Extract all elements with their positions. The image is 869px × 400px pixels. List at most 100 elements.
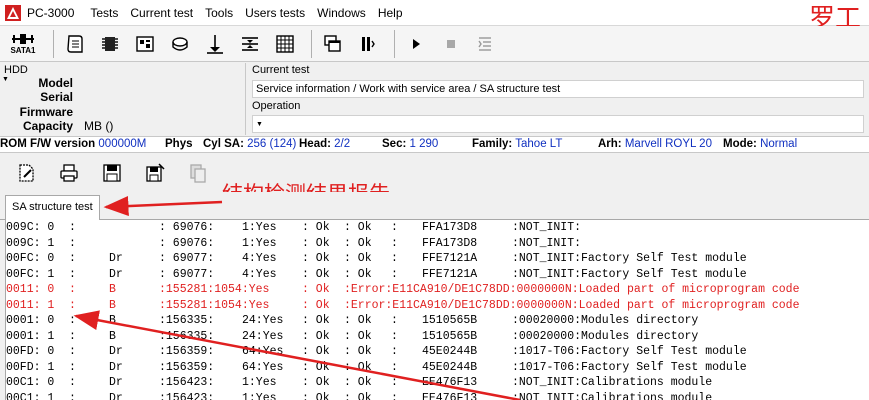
save-as-icon [146,163,165,182]
rom-version: ROM F/W version 000000M [0,138,147,150]
log-row: 0011: 1: B:155281:1054:Yes: Ok:Error:E11C… [6,298,869,314]
grid-icon [276,34,294,53]
log-cell-s2: : Ok [344,267,372,281]
grid-button[interactable] [270,29,300,59]
log-cell-s1: : Ok [302,267,330,281]
log-cell-s2: : Ok [344,345,372,358]
chip-button[interactable] [95,29,125,59]
log-cell-hex: : [391,391,398,400]
hdd-capacity-label: Capacity [22,119,73,133]
log-cell-desc: :NOT_INIT: [512,236,582,250]
log-cell-s1: : Ok [302,283,330,296]
log-cell-s2: : Ok [344,329,372,343]
log-cell-hex: : [391,267,398,281]
hdd-serial-label: Serial [40,90,73,104]
scroll-button[interactable] [60,29,90,59]
hdd-dropdown-icon[interactable]: ▼ [2,76,9,83]
play-icon [413,38,420,49]
tab-strip: SA structure test [0,192,869,220]
stop-button[interactable] [436,29,466,59]
log-cell-idx: : 69076: [159,221,215,234]
toolbar-separator [53,29,54,58]
menu-help[interactable]: Help [372,0,409,26]
menu-tools[interactable]: Tools [199,0,239,26]
family: Family: Tahoe LT [472,138,563,150]
tracks-icon [242,36,258,51]
log-cell-hex: : [391,345,398,358]
toolbar-separator [311,29,312,58]
log-cell-hex: : [391,236,398,250]
log-cell-s2: : Ok [344,236,372,250]
log-cell-c1: : [69,314,76,327]
operation-dropdown-icon[interactable]: ▼ [256,121,263,128]
print-button[interactable] [53,158,85,188]
log-cell-s1: : Ok [302,221,330,234]
log-cell-c1: : [69,360,76,374]
log-cell-type: B [109,283,116,296]
log-cell-s2: : Ok [344,252,372,265]
windows-button[interactable] [318,29,348,59]
log-cell-addr: 1510565B [422,314,478,327]
log-cell-idx: :156335: [159,314,215,327]
board-button[interactable] [130,29,160,59]
menu-tests[interactable]: Tests [84,0,124,26]
mode: Mode: Normal [723,138,798,150]
log-cell-desc: :1017-T06:Factory Self Test module [512,360,747,374]
log-cell-s2: : Ok [344,391,372,400]
log-cell-id: 009C: 1 [6,236,55,250]
log-cell-id: 00FC: 1 [6,267,55,281]
log-cell-n: 4:Yes [242,252,277,265]
operation-field[interactable] [252,115,864,133]
hdd-firmware-label: Firmware [19,105,73,119]
list-icon [478,36,491,51]
log-cell-type: B [109,314,116,327]
menu-users-tests[interactable]: Users tests [239,0,311,26]
log-cell-desc: :00020000:Modules directory [512,314,699,327]
log-cell-s2: : Ok [344,221,372,234]
log-cell-hex: : [391,221,398,234]
log-cell-addr: FFE7121A [422,267,478,281]
log-cell-n: 1:Yes [242,221,277,234]
board-icon [136,35,154,52]
save-icon [103,164,121,182]
head-button[interactable] [200,29,230,59]
save-as-button[interactable] [139,158,171,188]
log-area: 009C: 0:: 69076: 1:Yes: Ok: Ok: FFA173D8:N… [5,220,869,400]
log-cell-s1: : Ok [302,314,330,327]
log-cell-hex: : [391,329,398,343]
app-logo-icon [3,3,23,23]
sata-port-button[interactable]: SATA1 [4,29,42,59]
app-title: PC-3000 [27,5,75,20]
log-cell-idx: :156423: [159,391,215,400]
log-cell-desc: :00020000:Modules directory [512,329,699,343]
sata-port-icon [12,34,34,44]
log-cell-n: 1:Yes [242,236,277,250]
log-cell-s1: : Ok [302,360,330,374]
log-cell-n: 4:Yes [242,267,277,281]
log-cell-c1: : [69,236,76,250]
log-cell-n: 64:Yes [242,345,284,358]
log-cell-id: 0011: 0 [6,283,55,296]
log-row: 00FC: 1: Dr: 69077: 4:Yes: Ok: Ok: FFE7121A… [6,267,869,283]
chip-icon [102,36,118,51]
log-cell-addr: FFA173D8 [422,236,478,250]
edit-log-button[interactable] [10,158,42,188]
tracks-button[interactable] [235,29,265,59]
copy-button[interactable] [182,158,214,188]
run-button[interactable] [401,29,431,59]
pause-button[interactable] [353,29,383,59]
tab-sa-structure-test[interactable]: SA structure test [5,195,100,220]
windows-icon [324,34,341,52]
log-row: 0001: 1: B:156335: 24:Yes: Ok: Ok: 1510565B… [6,329,869,345]
log-cell-type: Dr [109,360,123,374]
current-test-panel: Current test Service information / Work … [245,63,869,135]
menu-current-test[interactable]: Current test [124,0,199,26]
log-cell-s1: : Ok [302,345,330,358]
log-cell-c1: : [69,329,76,343]
log-cell-type: Dr [109,376,123,389]
menu-windows[interactable]: Windows [311,0,372,26]
save-button[interactable] [96,158,128,188]
disk-button[interactable] [165,29,195,59]
list-button[interactable] [471,29,501,59]
log-cell-id: 009C: 0 [6,221,55,234]
